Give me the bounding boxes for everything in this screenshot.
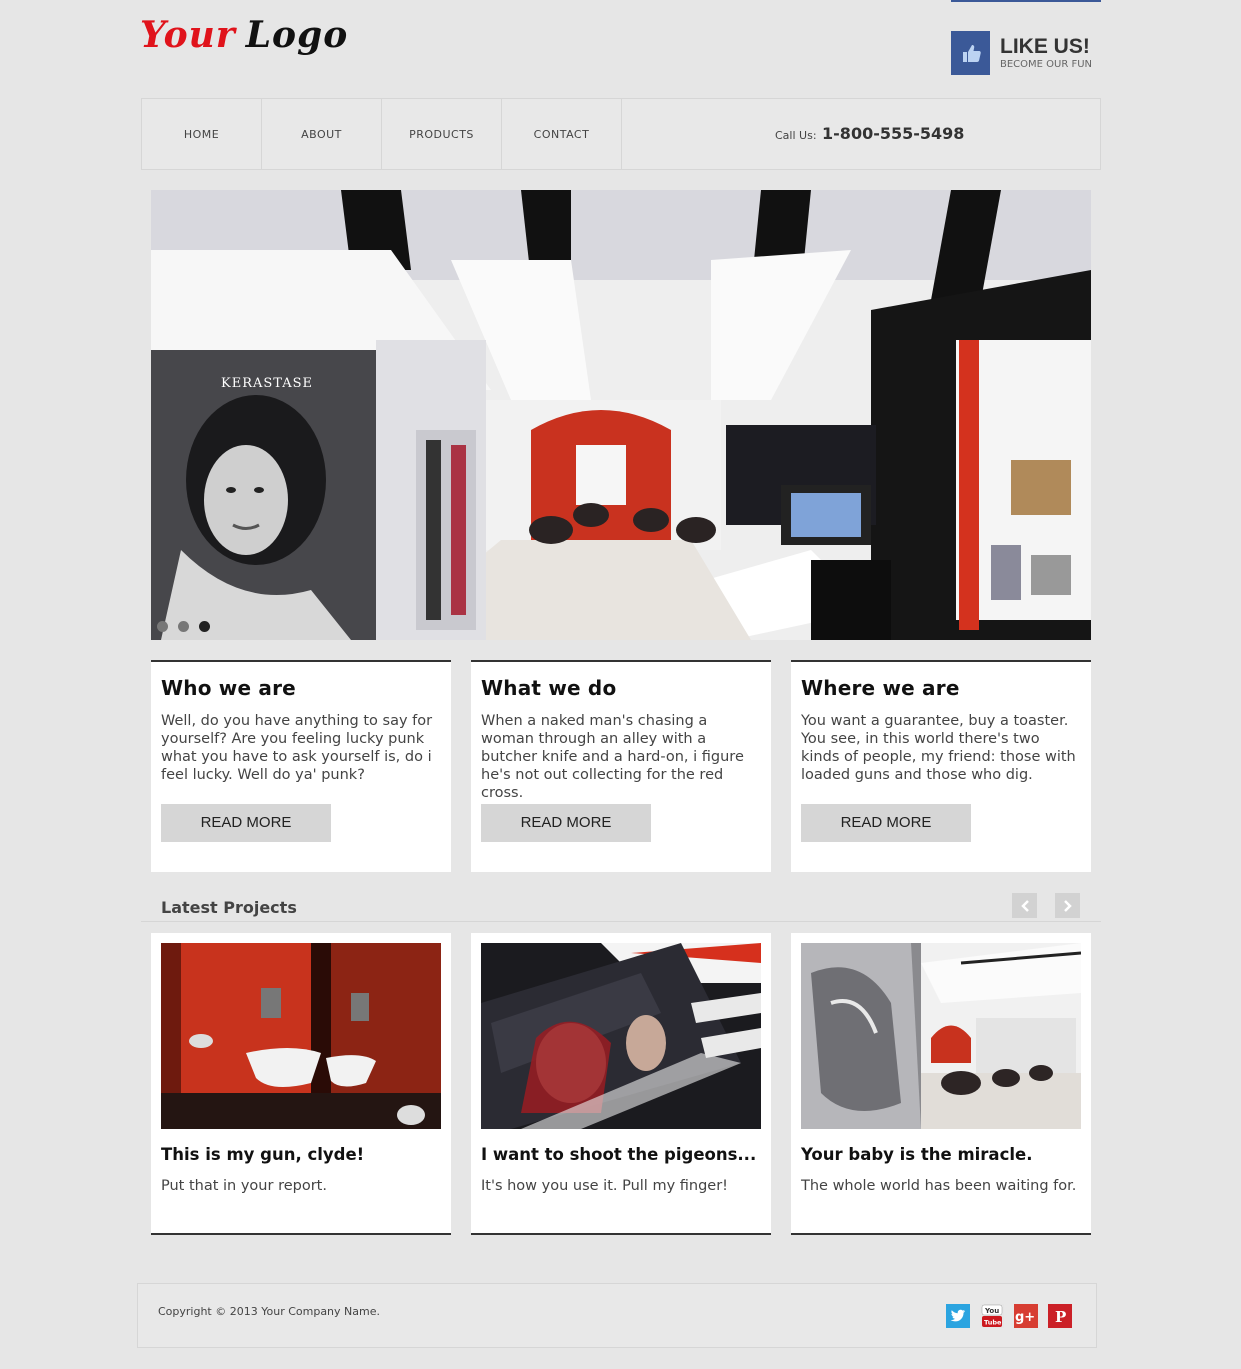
chevron-left-icon <box>1020 899 1029 912</box>
nav-item-home[interactable]: HOME <box>142 99 262 169</box>
project-card[interactable]: This is my gun, clyde! Put that in your … <box>151 933 451 1235</box>
like-us-widget[interactable]: LIKE US! BECOME OUR FUN <box>951 31 1092 75</box>
svg-text:You: You <box>984 1307 999 1315</box>
svg-text:P: P <box>1055 1308 1066 1324</box>
project-text: The whole world has been waiting for. <box>801 1178 1077 1194</box>
slider-dot-active[interactable] <box>199 621 210 632</box>
nav-item-about[interactable]: ABOUT <box>262 99 382 169</box>
google-plus-icon[interactable]: g+ <box>1014 1304 1038 1328</box>
svg-text:Tube: Tube <box>984 1319 1002 1327</box>
prev-arrow-button[interactable] <box>1012 893 1037 918</box>
social-links: You Tube g+ P <box>946 1304 1072 1328</box>
latest-projects-header: Latest Projects <box>141 890 1101 922</box>
call-us: Call Us: 1-800-555-5498 <box>775 124 964 143</box>
feature-text: When a naked man's chasing a woman throu… <box>481 713 744 801</box>
project-thumbnail[interactable] <box>481 943 761 1129</box>
footer: Copyright © 2013 Your Company Name. You … <box>137 1283 1097 1348</box>
project-text: Put that in your report. <box>161 1178 327 1194</box>
poster-brand-text: KERASTASE <box>221 376 313 391</box>
like-us-title: LIKE US! <box>1000 35 1090 58</box>
project-card[interactable]: Your baby is the miracle. The whole worl… <box>791 933 1091 1235</box>
slider-dots <box>157 621 210 632</box>
feature-title: Where we are <box>801 676 960 700</box>
like-us-subtitle: BECOME OUR FUN <box>1000 59 1093 70</box>
slider-dot[interactable] <box>178 621 189 632</box>
next-arrow-button[interactable] <box>1055 893 1080 918</box>
twitter-icon[interactable] <box>946 1304 970 1328</box>
hero-image: KERASTASE <box>151 190 1091 640</box>
project-card[interactable]: I want to shoot the pigeons... It's how … <box>471 933 771 1235</box>
thumbs-up-icon <box>951 31 990 75</box>
chevron-right-icon <box>1063 899 1072 912</box>
project-title: Your baby is the miracle. <box>801 1145 1033 1164</box>
call-us-label: Call Us: <box>775 129 817 142</box>
pinterest-icon[interactable]: P <box>1048 1304 1072 1328</box>
nav-item-contact[interactable]: CONTACT <box>502 99 622 169</box>
phone-number[interactable]: 1-800-555-5498 <box>822 124 964 143</box>
project-title: I want to shoot the pigeons... <box>481 1145 757 1164</box>
topbar-accent <box>951 0 1101 2</box>
feature-title: What we do <box>481 676 617 700</box>
main-nav: HOME ABOUT PRODUCTS CONTACT Call Us: 1-8… <box>141 98 1101 170</box>
feature-text: Well, do you have anything to say for yo… <box>161 713 433 783</box>
youtube-icon[interactable]: You Tube <box>980 1304 1004 1328</box>
slider-dot[interactable] <box>157 621 168 632</box>
read-more-button[interactable]: READ MORE <box>161 804 331 842</box>
svg-text:g+: g+ <box>1015 1310 1035 1324</box>
feature-box-where: Where we are You want a guarantee, buy a… <box>791 660 1091 872</box>
copyright-text: Copyright © 2013 Your Company Name. <box>158 1305 380 1318</box>
feature-box-what: What we do When a naked man's chasing a … <box>471 660 771 872</box>
read-more-button[interactable]: READ MORE <box>481 804 651 842</box>
logo-word-1: Your <box>140 14 236 56</box>
project-thumbnail[interactable] <box>161 943 441 1129</box>
logo[interactable]: Your Logo <box>140 14 348 56</box>
nav-item-products[interactable]: PRODUCTS <box>382 99 502 169</box>
feature-text: You want a guarantee, buy a toaster. You… <box>801 713 1076 783</box>
read-more-button[interactable]: READ MORE <box>801 804 971 842</box>
project-text: It's how you use it. Pull my finger! <box>481 1178 728 1194</box>
project-thumbnail[interactable] <box>801 943 1081 1129</box>
feature-box-who: Who we are Well, do you have anything to… <box>151 660 451 872</box>
logo-word-2: Logo <box>245 14 349 56</box>
hero-slider: KERASTASE <box>151 190 1091 640</box>
latest-projects-title: Latest Projects <box>161 898 297 917</box>
project-title: This is my gun, clyde! <box>161 1145 365 1164</box>
feature-title: Who we are <box>161 676 296 700</box>
